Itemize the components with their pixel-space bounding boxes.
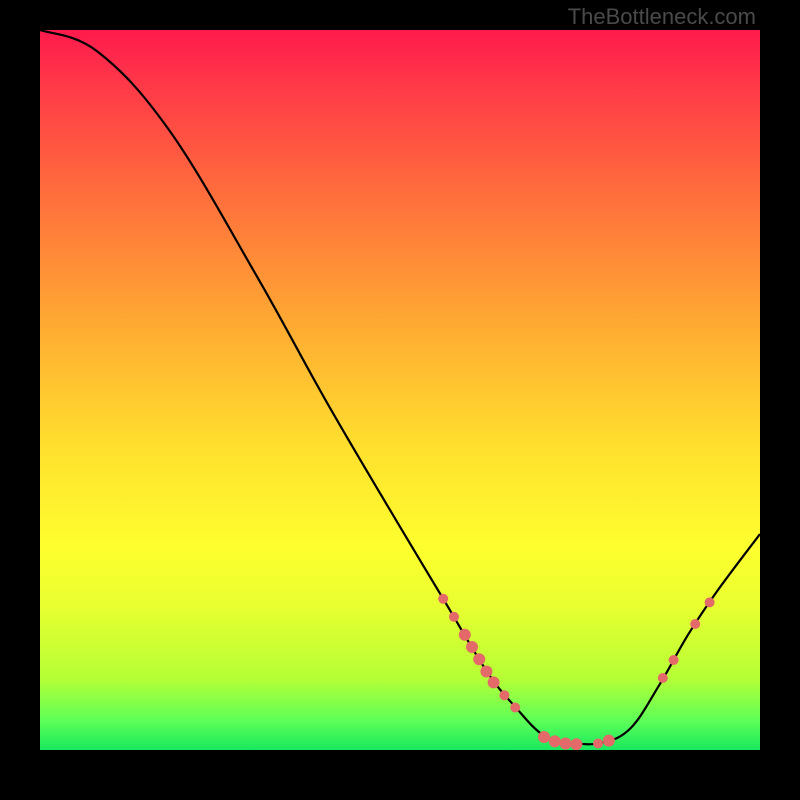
data-marker — [449, 612, 459, 622]
data-marker — [549, 735, 561, 747]
data-marker — [669, 655, 679, 665]
data-marker — [560, 738, 572, 750]
chart-frame — [40, 30, 760, 750]
attribution-label: TheBottleneck.com — [568, 4, 756, 30]
data-marker — [488, 676, 500, 688]
data-marker — [480, 666, 492, 678]
data-marker — [705, 597, 715, 607]
data-marker — [603, 735, 615, 747]
data-marker — [570, 738, 582, 750]
chart-svg — [40, 30, 760, 750]
chart-markers — [438, 594, 714, 750]
data-marker — [690, 619, 700, 629]
bottleneck-curve — [40, 30, 760, 744]
data-marker — [538, 731, 550, 743]
data-marker — [459, 629, 471, 641]
data-marker — [438, 594, 448, 604]
data-marker — [466, 641, 478, 653]
data-marker — [593, 739, 603, 749]
data-marker — [473, 653, 485, 665]
data-marker — [658, 673, 668, 683]
data-marker — [510, 703, 520, 713]
data-marker — [499, 690, 509, 700]
